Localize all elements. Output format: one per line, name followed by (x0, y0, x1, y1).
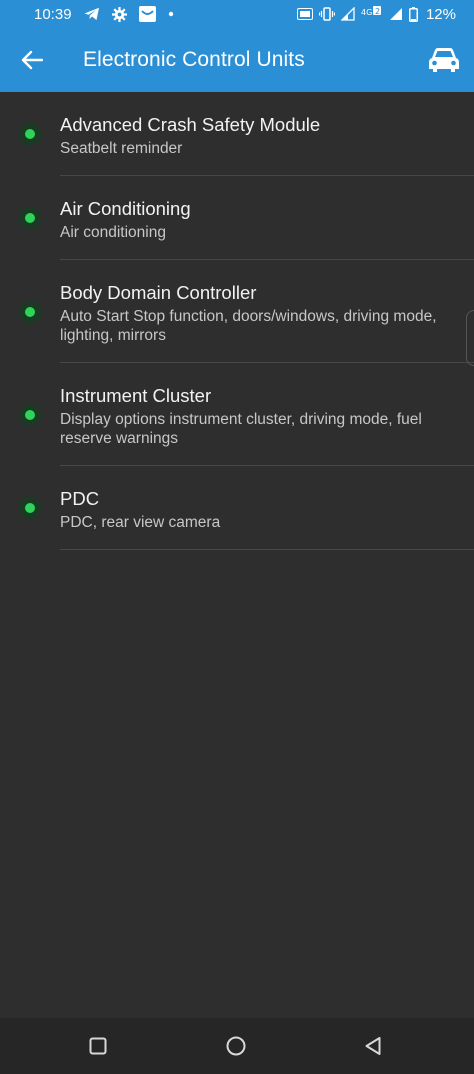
status-indicator (19, 497, 41, 519)
list-item-ecu[interactable]: Air Conditioning Air conditioning (0, 176, 474, 260)
app-bar: Electronic Control Units (0, 28, 474, 92)
divider (60, 549, 474, 550)
ecu-title: Instrument Cluster (60, 385, 212, 406)
home-circle-icon (226, 1036, 246, 1056)
back-arrow-icon (21, 50, 43, 70)
dot-icon (168, 11, 174, 17)
list-item-ecu[interactable]: PDC PDC, rear view camera (0, 466, 474, 550)
status-indicator (19, 404, 41, 426)
settings-icon (111, 6, 127, 22)
ecu-description: Auto Start Stop function, doors/windows,… (60, 308, 437, 344)
status-indicator (19, 207, 41, 229)
ecu-description: Air conditioning (60, 224, 166, 241)
edge-panel-handle[interactable] (466, 310, 474, 366)
ecu-list: Advanced Crash Safety Module Seatbelt re… (0, 92, 474, 550)
back-triangle-icon (365, 1037, 381, 1055)
nav-back-button[interactable] (361, 1034, 385, 1058)
nav-bar (0, 1018, 474, 1074)
list-item-ecu[interactable]: Body Domain Controller Auto Start Stop f… (0, 260, 474, 363)
4g-icon: 4G 2 (361, 6, 383, 22)
battery-percent: 12% (425, 5, 456, 23)
mail-icon (138, 6, 156, 22)
recents-button[interactable] (86, 1034, 110, 1058)
ecu-title: PDC (60, 488, 100, 509)
car-button[interactable] (426, 44, 462, 76)
list-item-ecu[interactable]: Instrument Cluster Display options instr… (0, 363, 474, 466)
ecu-description: Display options instrument cluster, driv… (60, 411, 422, 447)
signal-full-icon (389, 7, 403, 21)
list-item-ecu[interactable]: Advanced Crash Safety Module Seatbelt re… (0, 92, 474, 176)
telegram-icon (84, 7, 100, 21)
ecu-title: Air Conditioning (60, 198, 191, 219)
battery-icon (408, 6, 418, 22)
recents-square-icon (89, 1037, 107, 1055)
page-title: Electronic Control Units (83, 48, 305, 71)
ecu-description: Seatbelt reminder (60, 140, 183, 157)
svg-text:2: 2 (375, 7, 380, 16)
svg-text:4G: 4G (361, 8, 372, 17)
home-button[interactable] (224, 1034, 248, 1058)
hd-icon (296, 8, 313, 20)
car-icon (429, 48, 459, 72)
status-bar: 10:39 4G 2 12% (0, 0, 474, 28)
vibrate-icon (318, 7, 335, 21)
status-indicator (19, 301, 41, 323)
signal-icon (340, 7, 355, 21)
back-button[interactable] (18, 46, 46, 74)
status-time: 10:39 (34, 5, 72, 23)
ecu-title: Body Domain Controller (60, 282, 257, 303)
ecu-description: PDC, rear view camera (60, 514, 221, 531)
ecu-title: Advanced Crash Safety Module (60, 114, 321, 135)
status-indicator (19, 123, 41, 145)
